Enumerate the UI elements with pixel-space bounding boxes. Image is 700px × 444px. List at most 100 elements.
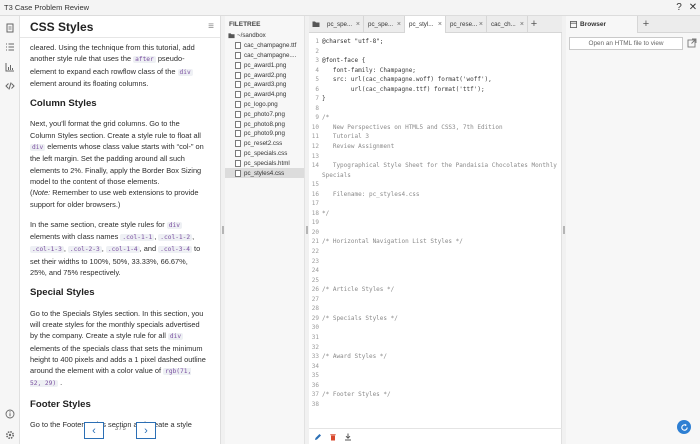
editor-tab[interactable]: cac_ch... × <box>487 16 528 33</box>
code-line: 16 Filename: pc_styles4.css <box>309 190 562 200</box>
code-line: 4 font-family: Champagne; <box>309 66 562 76</box>
tab-label: pc_styl... <box>409 21 434 28</box>
line-content: /* Horizontal Navigation List Styles */ <box>322 238 463 246</box>
editor-tab[interactable]: pc_styl... × <box>405 16 446 33</box>
prev-page-button[interactable]: ‹ <box>84 422 104 439</box>
file-item[interactable]: pc_award1.png <box>225 60 304 70</box>
close-icon[interactable]: ✕ <box>686 1 700 15</box>
file-item[interactable]: pc_photo7.png <box>225 109 304 119</box>
file-icon <box>235 91 241 99</box>
line-number: 35 <box>311 372 319 380</box>
file-item[interactable]: pc_award2.png <box>225 70 304 80</box>
line-content: Filename: pc_styles4.css <box>322 190 420 198</box>
document-icon[interactable] <box>4 22 15 33</box>
file-name: pc_award3.png <box>244 81 287 89</box>
browser-panel: Browser + Open an HTML file to view <box>566 15 700 444</box>
code-line: 36 <box>309 381 562 391</box>
browser-tab[interactable]: Browser <box>566 15 638 33</box>
code-area[interactable]: 1 @charset "utf-8"; 2 3 @font-face {4 font-f… <box>309 33 562 428</box>
file-item[interactable]: pc_photo8.png <box>225 119 304 129</box>
settings-icon[interactable] <box>4 429 15 440</box>
file-item[interactable]: pc_specials.html <box>225 158 304 168</box>
close-tab-icon[interactable]: × <box>520 21 527 28</box>
file-item[interactable]: pc_award4.png <box>225 90 304 100</box>
line-number: 20 <box>311 228 319 236</box>
file-item[interactable]: pc_award3.png <box>225 80 304 90</box>
line-number: 12 <box>311 143 319 151</box>
line-content: /* <box>322 114 330 122</box>
help-icon[interactable]: ? <box>672 1 686 15</box>
tab-label: pc_rese... <box>450 21 478 28</box>
line-number: 4 <box>315 66 319 74</box>
code-line: 21/* Horizontal Navigation List Styles *… <box>309 237 562 247</box>
code-line: 18 */ <box>309 209 562 219</box>
editor-tab[interactable]: pc_rese... × <box>446 16 487 33</box>
file-item[interactable]: pc_photo9.png <box>225 129 304 139</box>
code-line: 8 <box>309 104 562 114</box>
list-icon[interactable] <box>4 41 15 52</box>
code-line: 34 <box>309 362 562 372</box>
file-name: cac_champagne.... <box>244 51 297 59</box>
section-heading-footer: Footer Styles <box>30 398 91 410</box>
page-indicator: 3 / 5 <box>115 426 126 432</box>
line-number: 19 <box>311 219 319 227</box>
line-number: 7 <box>315 95 319 103</box>
add-browser-tab-button[interactable]: + <box>638 18 654 30</box>
line-content: @font-face { <box>322 57 366 65</box>
instructions-body: cleared. Using the technique from this t… <box>20 38 220 430</box>
file-tree: FILETREE ~/sandbox cac_champagne.ttf cac_… <box>225 16 305 444</box>
line-number: 25 <box>311 276 319 284</box>
close-tab-icon[interactable]: × <box>479 21 486 28</box>
line-number: 2 <box>315 47 319 55</box>
line-content: */ <box>322 209 330 217</box>
add-tab-button[interactable]: + <box>528 16 540 32</box>
line-content: } <box>322 95 326 103</box>
line-number: 13 <box>311 152 319 160</box>
line-number: 28 <box>311 305 319 313</box>
code-line: 14 Typographical Style Sheet for the Pan… <box>309 161 562 171</box>
file-item[interactable]: pc_logo.png <box>225 100 304 110</box>
line-content: url(cac_champagne.ttf) format('ttf'); <box>322 85 485 93</box>
file-item[interactable]: pc_reset2.css <box>225 139 304 149</box>
menu-icon[interactable]: ≡ <box>208 21 220 32</box>
line-number: 33 <box>311 353 319 361</box>
file-icon <box>235 149 241 157</box>
trash-icon[interactable] <box>329 433 337 441</box>
section-heading-columns: Column Styles <box>30 98 97 110</box>
url-field[interactable]: Open an HTML file to view <box>569 37 683 50</box>
close-tab-icon[interactable]: × <box>438 21 445 28</box>
info-icon[interactable] <box>4 408 15 419</box>
file-name: pc_award4.png <box>244 91 287 99</box>
file-item[interactable]: cac_champagne.... <box>225 51 304 61</box>
editor-tabs: pc_spe... × pc_spe... × pc_styl... × pc_rese..… <box>309 16 562 33</box>
code-line: Specials <box>309 171 562 181</box>
code-line: 28 <box>309 304 562 314</box>
instructions-panel: CSS Styles ≡ cleared. Using the techniqu… <box>20 16 221 444</box>
file-icon <box>235 130 241 138</box>
close-tab-icon[interactable]: × <box>397 21 404 28</box>
line-number: 22 <box>311 248 319 256</box>
open-external-icon[interactable] <box>687 38 697 48</box>
code-line: 2 <box>309 47 562 57</box>
tab-label: pc_spe... <box>368 21 394 28</box>
download-icon[interactable] <box>344 433 352 441</box>
file-icon <box>235 110 241 118</box>
file-name: pc_photo9.png <box>244 130 285 138</box>
next-page-button[interactable]: › <box>136 422 156 439</box>
file-item[interactable]: cac_champagne.ttf <box>225 41 304 51</box>
chart-icon[interactable] <box>4 61 15 72</box>
refresh-button[interactable] <box>677 420 691 434</box>
editor-tab[interactable]: pc_spe... × <box>364 16 405 33</box>
editor-tab[interactable]: pc_spe... × <box>323 16 364 33</box>
pencil-icon[interactable] <box>314 433 322 441</box>
line-number: 17 <box>311 200 319 208</box>
file-item[interactable]: pc_specials.css <box>225 149 304 159</box>
code-line: 1 @charset "utf-8"; <box>309 37 562 47</box>
code-icon[interactable] <box>4 80 15 91</box>
close-tab-icon[interactable]: × <box>356 21 363 28</box>
folder-icon[interactable] <box>309 16 323 32</box>
instructions-title: CSS Styles <box>30 19 94 34</box>
file-item[interactable]: pc_styles4.css <box>225 168 304 178</box>
filetree-root[interactable]: ~/sandbox <box>225 31 304 41</box>
filetree-header: FILETREE <box>229 21 261 28</box>
